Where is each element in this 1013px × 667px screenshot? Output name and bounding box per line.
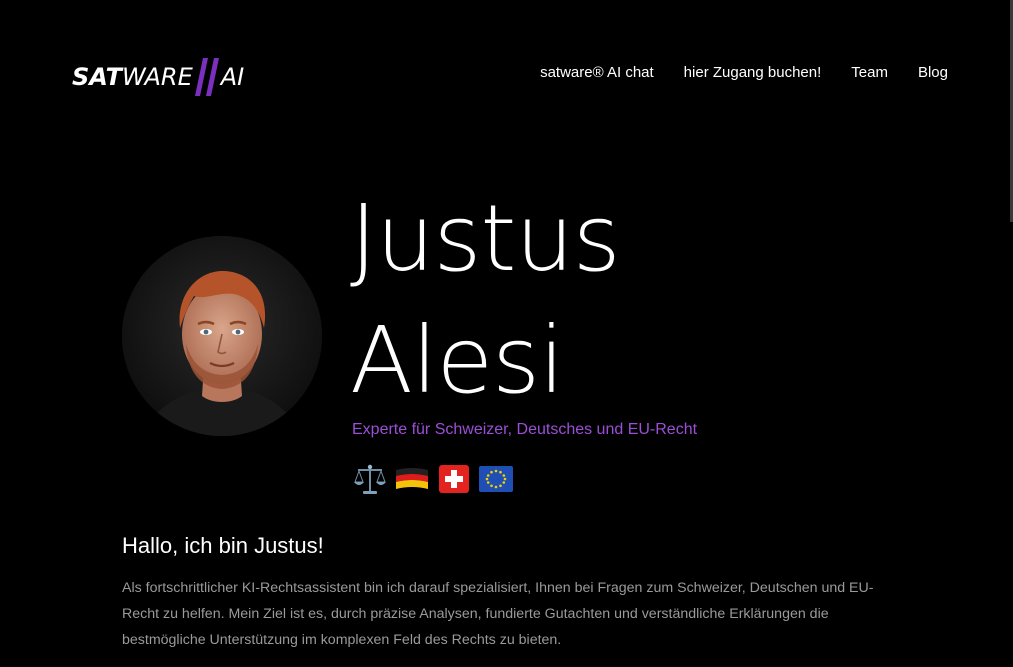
swiss-flag-icon <box>439 465 469 493</box>
nav-link-ai-chat[interactable]: satware® AI chat <box>540 64 654 81</box>
intro-heading: Hallo, ich bin Justus! <box>122 533 324 558</box>
logo-text-ai: AI <box>220 63 245 91</box>
eu-flag-icon <box>479 466 513 492</box>
scales-icon <box>354 464 386 494</box>
portrait-image <box>122 236 322 436</box>
nav-link-book-access[interactable]: hier Zugang buchen! <box>684 64 822 81</box>
expertise-emojis <box>352 462 514 496</box>
profile-name: Justus Alesi <box>350 178 621 422</box>
first-name: Justus <box>350 185 621 292</box>
avatar <box>122 236 322 436</box>
nav-link-blog[interactable]: Blog <box>918 64 948 81</box>
satware-logo[interactable]: SAT WARE AI <box>72 57 244 97</box>
profile-subtitle: Experte für Schweizer, Deutsches und EU-… <box>352 421 698 438</box>
main-navigation: satware® AI chat hier Zugang buchen! Tea… <box>540 64 948 81</box>
german-flag-icon <box>396 468 428 489</box>
logo-slashes-icon <box>194 58 219 96</box>
logo-text-sat: SAT <box>72 63 122 91</box>
nav-link-team[interactable]: Team <box>851 64 888 81</box>
logo-text-ware: WARE <box>121 63 193 91</box>
last-name: Alesi <box>350 307 565 414</box>
intro-paragraph: Als fortschrittlicher KI-Rechtsassistent… <box>122 580 874 648</box>
